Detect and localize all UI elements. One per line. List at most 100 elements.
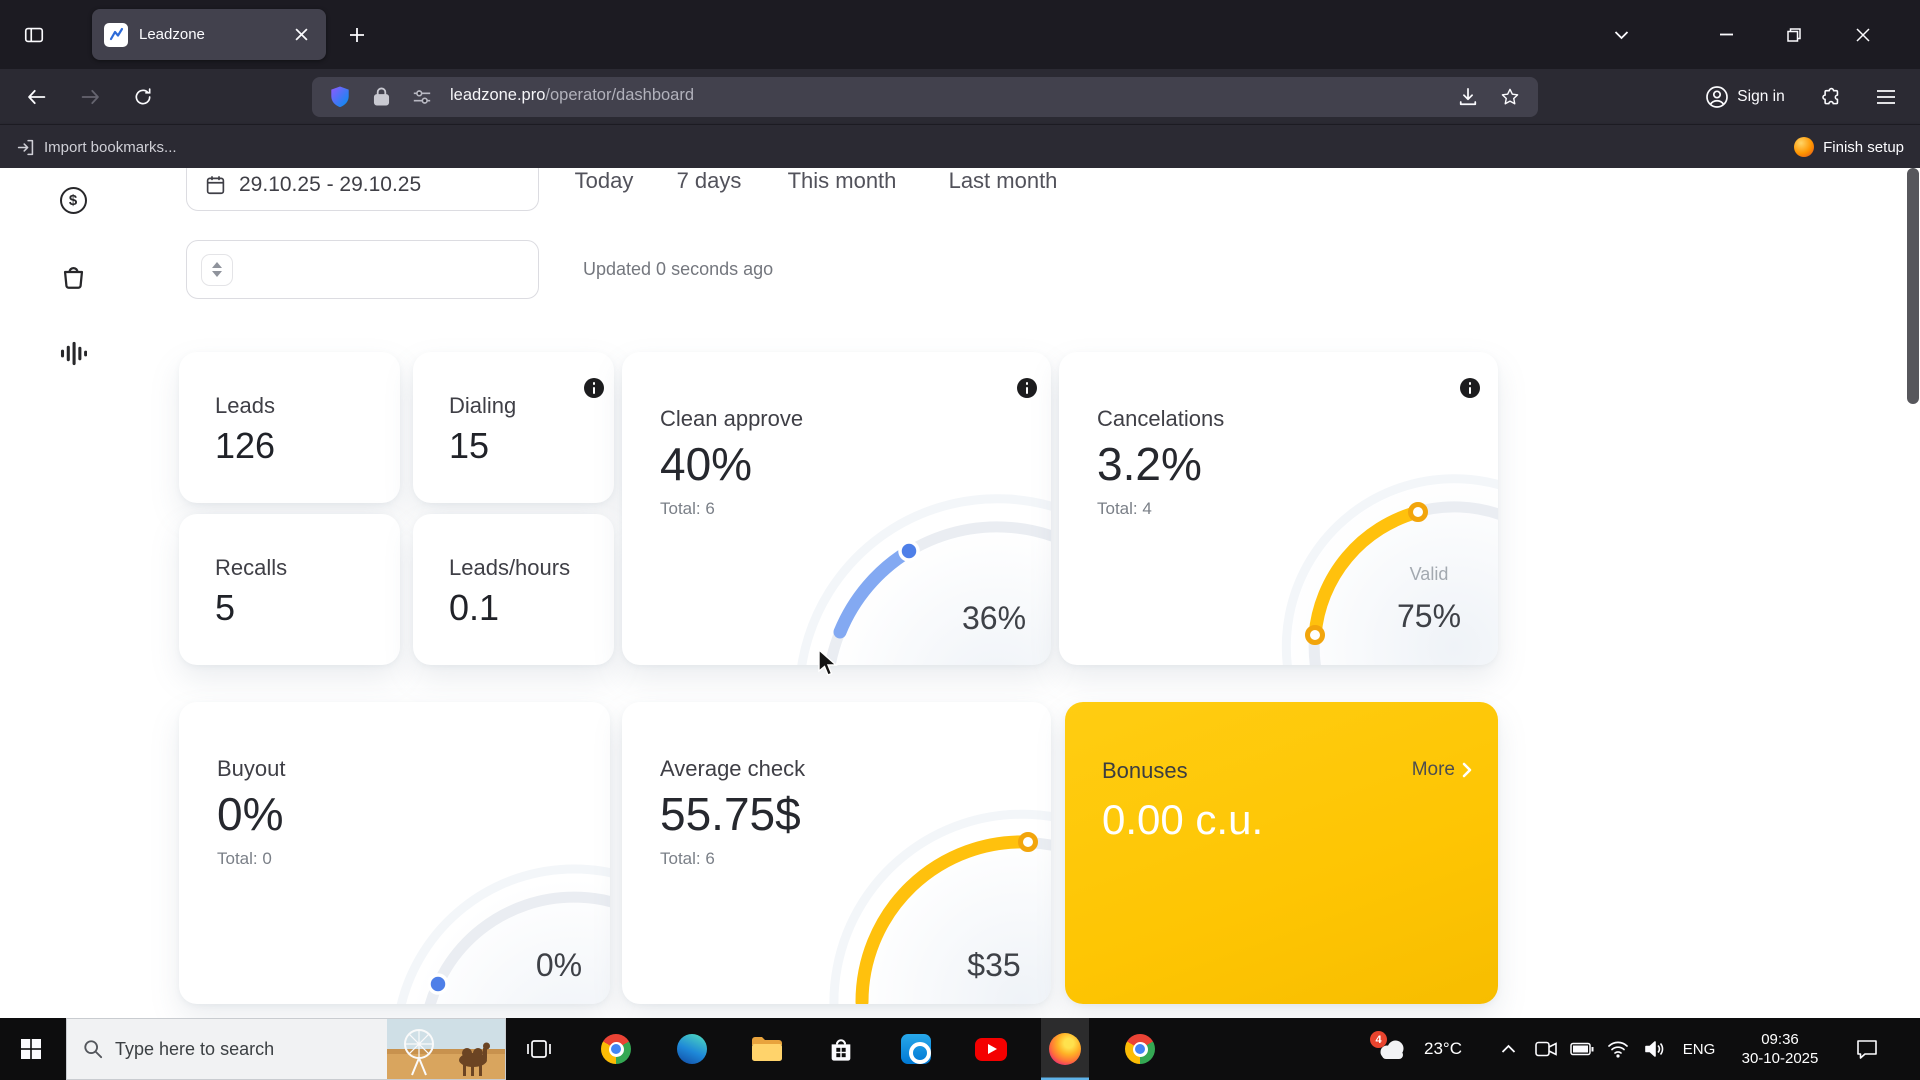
- card-buyout: Buyout 0% Total: 0 0%: [179, 702, 610, 1004]
- download-icon[interactable]: [1458, 87, 1478, 107]
- gauge-label: $35: [932, 947, 1051, 984]
- screen: Leadzone: [0, 0, 1920, 1080]
- filter-this-month[interactable]: This month: [788, 169, 897, 193]
- card-average-check: Average check 55.75$ Total: 6 $35: [622, 702, 1051, 1004]
- audio-waveform-icon: [60, 340, 87, 367]
- card-total: Total: 0: [217, 848, 272, 869]
- card-value: 3.2%: [1097, 438, 1202, 490]
- card-title: Recalls: [215, 555, 287, 581]
- browser-tab[interactable]: Leadzone: [92, 9, 326, 60]
- bookmark-star-icon[interactable]: [1500, 87, 1520, 107]
- firefox-view-button[interactable]: [16, 17, 52, 53]
- filter-7-days[interactable]: 7 days: [677, 169, 742, 193]
- operator-select[interactable]: [186, 240, 539, 299]
- network-wifi-icon[interactable]: [1600, 1018, 1636, 1080]
- task-view-button[interactable]: [515, 1018, 563, 1080]
- search-highlight-image[interactable]: [387, 1019, 505, 1080]
- bonuses-more-link[interactable]: More: [1412, 759, 1472, 781]
- card-value: 126: [215, 425, 275, 467]
- start-button[interactable]: [0, 1018, 62, 1080]
- card-clean-approve: Clean approve 40% Total: 6 36%: [622, 352, 1051, 665]
- filter-last-month[interactable]: Last month: [949, 169, 1058, 193]
- card-title: Bonuses: [1102, 758, 1188, 784]
- weather-temperature[interactable]: 23°C: [1415, 1018, 1471, 1080]
- windows-taskbar: Type here to search: [0, 1018, 1920, 1080]
- bookmarks-bar: Import bookmarks... Finish setup: [0, 124, 1920, 168]
- site-permissions-icon[interactable]: [412, 87, 432, 107]
- language-indicator[interactable]: ENG: [1676, 1018, 1722, 1080]
- outlook-icon[interactable]: [892, 1018, 940, 1080]
- close-window-button[interactable]: [1840, 0, 1886, 69]
- finish-setup-button[interactable]: Finish setup: [1794, 125, 1904, 169]
- menu-hamburger-icon[interactable]: [1864, 79, 1908, 115]
- import-icon: [16, 138, 35, 157]
- clock-time: 09:36: [1761, 1030, 1799, 1049]
- lock-icon[interactable]: [372, 86, 391, 107]
- taskbar-search[interactable]: Type here to search: [66, 1018, 506, 1080]
- microsoft-store-icon[interactable]: [817, 1018, 865, 1080]
- file-explorer-icon[interactable]: [743, 1018, 791, 1080]
- forward-button[interactable]: [69, 77, 111, 117]
- new-tab-button[interactable]: [340, 18, 374, 52]
- firefox-view-icon: [23, 24, 45, 46]
- sidebar-item-orders[interactable]: [58, 261, 88, 291]
- maximize-button[interactable]: [1771, 0, 1817, 69]
- card-dialing: Dialing 15: [413, 352, 614, 503]
- sidebar-item-finance[interactable]: $: [58, 185, 88, 215]
- tab-list-chevron-icon[interactable]: [1599, 17, 1643, 53]
- card-recalls: Recalls 5: [179, 514, 400, 665]
- minimize-button[interactable]: [1703, 0, 1749, 69]
- meet-now-icon[interactable]: [1528, 1018, 1564, 1080]
- card-total: Total: 6: [660, 848, 715, 869]
- import-bookmarks-button[interactable]: Import bookmarks...: [16, 125, 177, 169]
- dollar-icon: $: [60, 187, 87, 214]
- edge-icon[interactable]: [668, 1018, 716, 1080]
- battery-icon[interactable]: [1564, 1018, 1600, 1080]
- firefox-taskbar-icon[interactable]: [1041, 1018, 1089, 1080]
- sign-in-button[interactable]: Sign in: [1693, 79, 1797, 115]
- scrollbar-thumb[interactable]: [1907, 168, 1919, 404]
- search-placeholder: Type here to search: [115, 1039, 274, 1060]
- info-icon[interactable]: [584, 378, 604, 398]
- card-value: 15: [449, 425, 489, 467]
- weather-cloud-button[interactable]: 4: [1372, 1018, 1412, 1080]
- card-value: 40%: [660, 438, 752, 490]
- filter-today[interactable]: Today: [575, 169, 634, 193]
- reload-button[interactable]: [122, 77, 164, 117]
- back-button[interactable]: [15, 77, 57, 117]
- chrome-icon[interactable]: [592, 1018, 640, 1080]
- action-center-icon[interactable]: [1845, 1018, 1889, 1080]
- card-title: Buyout: [217, 756, 286, 782]
- gauge-label: 36%: [932, 600, 1051, 637]
- youtube-icon[interactable]: [967, 1018, 1015, 1080]
- tab-close-icon[interactable]: [288, 22, 314, 48]
- card-value: 0.1: [449, 587, 499, 629]
- url-bar[interactable]: leadzone.pro/operator/dashboard: [312, 77, 1538, 117]
- card-bonuses: Bonuses More 0.00 c.u.: [1065, 702, 1498, 1004]
- updated-status: Updated 0 seconds ago: [583, 258, 773, 280]
- card-leads-hours: Leads/hours 0.1: [413, 514, 614, 665]
- taskbar-clock[interactable]: 09:36 30-10-2025: [1727, 1018, 1833, 1080]
- browser-nav-bar: leadzone.pro/operator/dashboard Sign in: [0, 69, 1920, 124]
- info-icon[interactable]: [1460, 378, 1480, 398]
- card-value: 55.75$: [660, 788, 801, 840]
- card-title: Leads/hours: [449, 555, 570, 581]
- extensions-icon[interactable]: [1810, 79, 1852, 115]
- firefox-logo-icon: [1794, 137, 1814, 157]
- more-label: More: [1412, 759, 1455, 781]
- search-icon: [83, 1039, 103, 1059]
- sidebar-item-calls[interactable]: [58, 338, 88, 368]
- page-scrollbar[interactable]: [1907, 168, 1919, 1018]
- volume-icon[interactable]: [1636, 1018, 1672, 1080]
- chrome-icon-2[interactable]: [1116, 1018, 1164, 1080]
- tab-title: Leadzone: [139, 26, 288, 43]
- info-icon[interactable]: [1017, 378, 1037, 398]
- url-text[interactable]: leadzone.pro/operator/dashboard: [450, 86, 694, 105]
- card-title: Average check: [660, 756, 805, 782]
- tray-expand-chevron[interactable]: [1488, 1018, 1528, 1080]
- card-total: Total: 6: [660, 498, 715, 519]
- date-range-input[interactable]: 29.10.25 - 29.10.25: [186, 168, 539, 211]
- card-leads: Leads 126: [179, 352, 400, 503]
- tracking-protection-shield-icon[interactable]: [329, 85, 351, 109]
- card-title: Dialing: [449, 393, 516, 419]
